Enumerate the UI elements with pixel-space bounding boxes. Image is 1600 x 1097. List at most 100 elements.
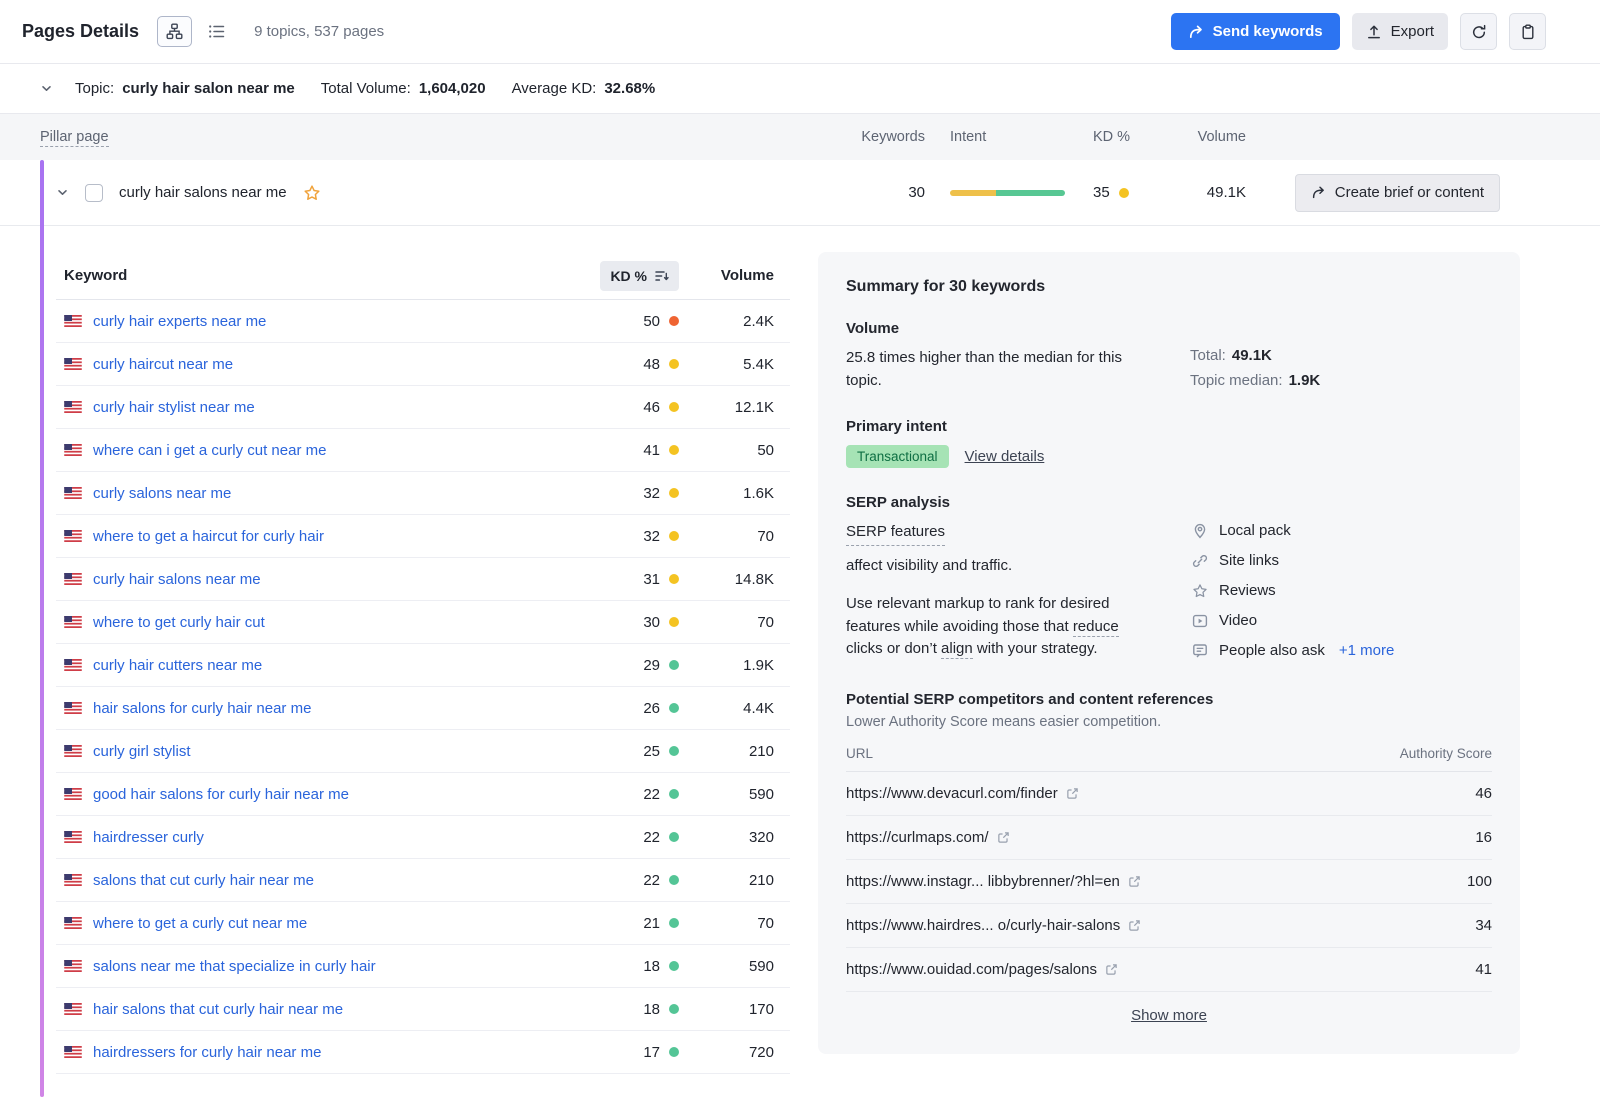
competitor-url[interactable]: https://curlmaps.com/ [846,829,1010,846]
volume-column-header: Volume [1140,129,1250,145]
keyword-link[interactable]: hairdresser curly [93,829,559,846]
kd-dot [669,488,679,498]
total-volume-label: Total Volume: [321,80,411,97]
view-details-link[interactable]: View details [965,448,1045,465]
topic-label: Topic: [75,80,114,97]
keyword-kd: 41 [559,442,679,459]
favorite-star-icon[interactable] [303,184,321,202]
keyword-link[interactable]: good hair salons for curly hair near me [93,786,559,803]
keyword-link[interactable]: curly hair salons near me [93,571,559,588]
intent-bar [950,190,1065,196]
summary-title: Summary for 30 keywords [846,278,1492,296]
keyword-link[interactable]: where to get curly hair cut [93,614,559,631]
keyword-volume: 4.4K [679,700,774,717]
keyword-volume: 1.9K [679,657,774,674]
keyword-link[interactable]: where can i get a curly cut near me [93,442,559,459]
external-link-icon[interactable] [1105,963,1118,976]
keyword-kd: 32 [559,485,679,502]
reduce-term[interactable]: reduce [1073,618,1119,637]
keyword-volume: 12.1K [679,399,774,416]
serp-analysis-heading: SERP analysis [846,494,1492,511]
list-view-icon [208,23,225,40]
keyword-link[interactable]: salons near me that specialize in curly … [93,958,559,975]
keyword-link[interactable]: curly girl stylist [93,743,559,760]
keyword-row: where to get a haircut for curly hair327… [56,515,790,558]
more-features-link[interactable]: +1 more [1339,642,1394,659]
kd-sort-header[interactable]: KD % [600,261,679,291]
competitor-row: https://www.hairdres... o/curly-hair-sal… [846,904,1492,948]
us-flag-icon [64,358,82,370]
keyword-row: curly hair salons near me3114.8K [56,558,790,601]
kd-dot [669,660,679,670]
keyword-link[interactable]: where to get a haircut for curly hair [93,528,559,545]
content-row: Keyword KD % Volume curly hair experts n… [56,252,1520,1074]
tree-view-toggle[interactable] [157,16,192,47]
serp-feature-label: People also ask [1219,642,1325,659]
kd-dot [669,832,679,842]
competitor-url[interactable]: https://www.devacurl.com/finder [846,785,1079,802]
align-term[interactable]: align [941,640,973,659]
pillar-expand-chevron-icon[interactable] [56,186,69,199]
serp-feature: Reviews [1192,582,1394,599]
create-brief-label: Create brief or content [1335,184,1484,201]
external-link-icon[interactable] [1066,787,1079,800]
keyword-volume: 210 [679,872,774,889]
pillar-page-row: curly hair salons near me 30 35 49.1K Cr… [0,160,1600,226]
keyword-kd: 22 [559,872,679,889]
keyword-link[interactable]: hair salons for curly hair near me [93,700,559,717]
refresh-button[interactable] [1460,13,1497,50]
keyword-link[interactable]: hairdressers for curly hair near me [93,1044,559,1061]
us-flag-icon [64,616,82,628]
list-view-toggle[interactable] [199,16,234,47]
export-button[interactable]: Export [1352,13,1448,50]
keyword-link[interactable]: where to get a curly cut near me [93,915,559,932]
keyword-volume: 70 [679,614,774,631]
keyword-kd: 48 [559,356,679,373]
keyword-volume: 50 [679,442,774,459]
pillar-kd-value: 35 [1093,184,1110,201]
keyword-volume: 5.4K [679,356,774,373]
competitor-url[interactable]: https://www.instagr... libbybrenner/?hl=… [846,873,1141,890]
topic-collapse-chevron-icon[interactable] [40,82,53,95]
us-flag-icon [64,530,82,542]
kd-dot [669,875,679,885]
us-flag-icon [64,573,82,585]
send-keywords-button[interactable]: Send keywords [1171,13,1340,50]
serp-features-term[interactable]: SERP features [846,521,945,546]
keyword-kd: 22 [559,829,679,846]
keyword-link[interactable]: curly hair cutters near me [93,657,559,674]
us-flag-icon [64,401,82,413]
clipboard-button[interactable] [1509,13,1546,50]
show-more-link[interactable]: Show more [1131,1007,1207,1024]
url-column-header: URL [846,746,873,761]
competitor-row: https://www.instagr... libbybrenner/?hl=… [846,860,1492,904]
external-link-icon[interactable] [1128,875,1141,888]
us-flag-icon [64,831,82,843]
us-flag-icon [64,788,82,800]
keyword-link[interactable]: hair salons that cut curly hair near me [93,1001,559,1018]
us-flag-icon [64,315,82,327]
keyword-link[interactable]: curly hair stylist near me [93,399,559,416]
page-title: Pages Details [22,21,139,42]
volume-section: Volume 25.8 times higher than the median… [846,320,1492,392]
competitor-url[interactable]: https://www.hairdres... o/curly-hair-sal… [846,917,1141,934]
kd-dot [669,961,679,971]
keyword-link[interactable]: curly hair experts near me [93,313,559,330]
volume-total: Total:49.1K [1190,347,1320,364]
keyword-link[interactable]: curly salons near me [93,485,559,502]
competitor-url[interactable]: https://www.ouidad.com/pages/salons [846,961,1118,978]
keyword-table: Keyword KD % Volume curly hair experts n… [56,252,790,1074]
create-brief-button[interactable]: Create brief or content [1295,174,1500,212]
serp-features-list: Local packSite linksReviewsVideoPeople a… [1192,521,1394,661]
external-link-icon[interactable] [1128,919,1141,932]
pillar-checkbox[interactable] [85,184,103,202]
keyword-volume: 170 [679,1001,774,1018]
keyword-kd: 25 [559,743,679,760]
serp-feature-label: Video [1219,612,1257,629]
authority-score: 16 [1475,829,1492,846]
pillar-volume: 49.1K [1140,184,1250,201]
pillar-page-column-header[interactable]: Pillar page [40,129,109,147]
keyword-link[interactable]: curly haircut near me [93,356,559,373]
external-link-icon[interactable] [997,831,1010,844]
keyword-link[interactable]: salons that cut curly hair near me [93,872,559,889]
